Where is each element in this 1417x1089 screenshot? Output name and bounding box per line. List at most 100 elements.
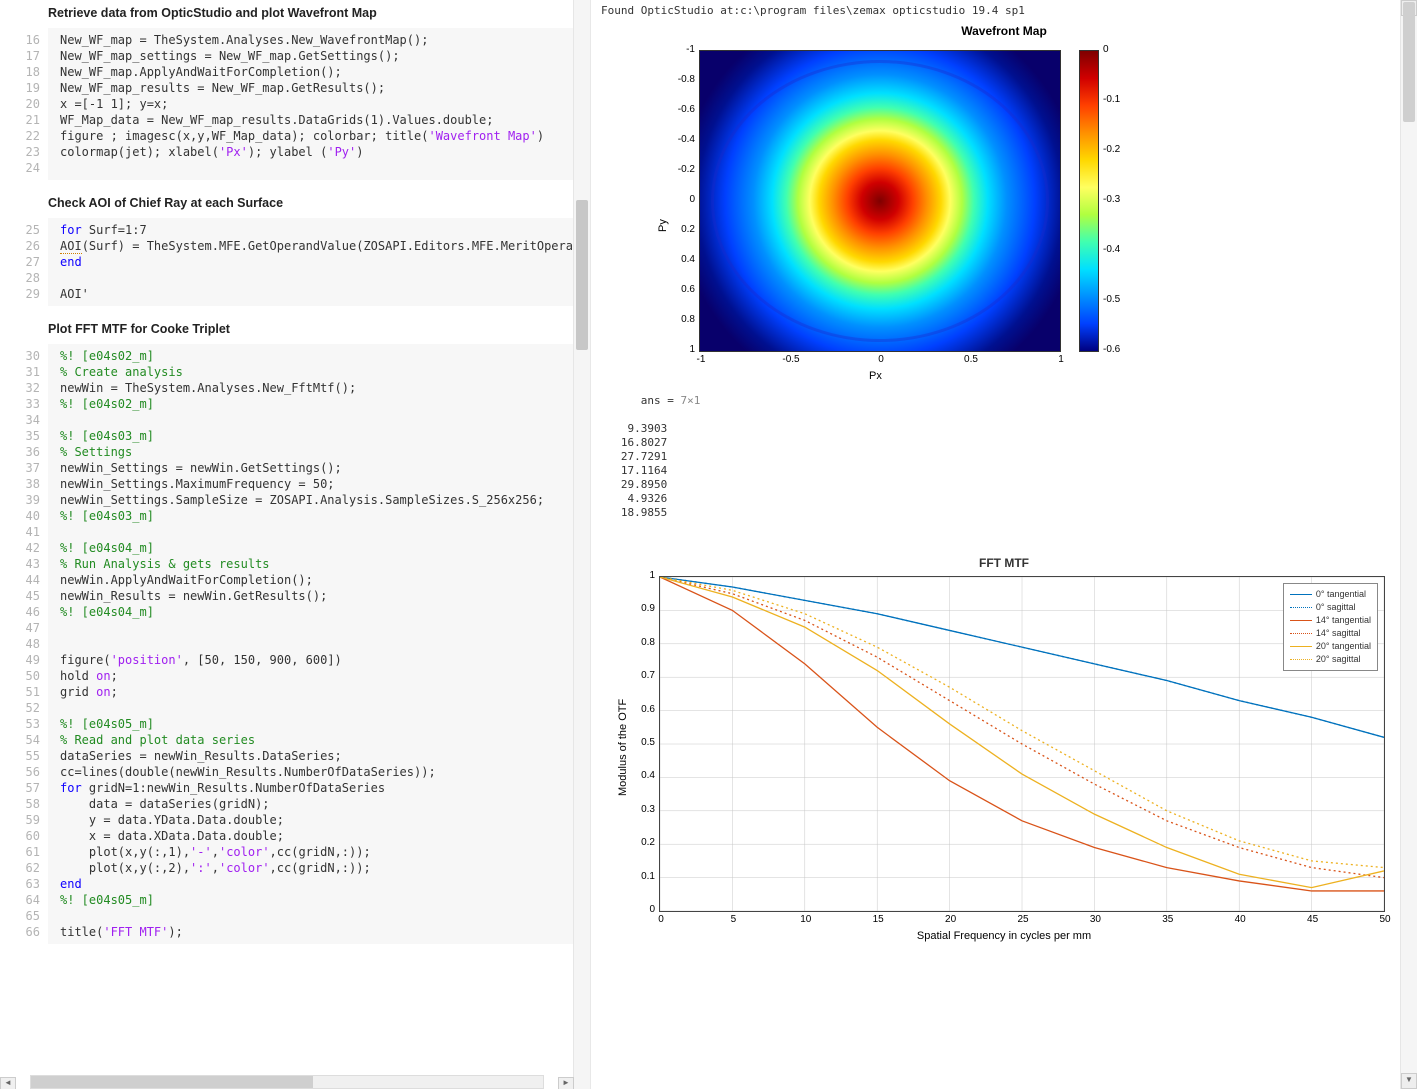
code-line[interactable]: 44newWin.ApplyAndWaitForCompletion(); <box>48 572 582 588</box>
code-line[interactable]: 34 <box>48 412 582 428</box>
x-tick: -1 <box>689 354 713 365</box>
code-line[interactable]: 37newWin_Settings = newWin.GetSettings()… <box>48 460 582 476</box>
code-line[interactable]: 63end <box>48 876 582 892</box>
code-line[interactable]: 53%! [e04s05_m] <box>48 716 582 732</box>
code-line[interactable]: 60 x = data.XData.Data.double; <box>48 828 582 844</box>
code-line[interactable]: 26AOI(Surf) = TheSystem.MFE.GetOperandVa… <box>48 238 582 254</box>
y-tick: 0 <box>675 194 695 205</box>
x-tick: 10 <box>796 914 816 925</box>
wavefront-plot-area: -1-0.8-0.6-0.4-0.200.20.40.60.81 -1-0.50… <box>639 42 1369 372</box>
code-line[interactable]: 29AOI' <box>48 286 582 302</box>
wavefront-chart: Wavefront Map -1-0.8-0.6-0.4-0.200.20.40… <box>599 24 1409 372</box>
ans-value: 16.8027 <box>601 436 1417 450</box>
legend-swatch <box>1290 633 1312 634</box>
chart-title: FFT MTF <box>599 556 1409 570</box>
code-line[interactable]: 64%! [e04s05_m] <box>48 892 582 908</box>
code-line[interactable]: 20x =[-1 1]; y=x; <box>48 96 582 112</box>
hscroll-left-button[interactable]: ◄ <box>0 1077 16 1089</box>
code-line[interactable]: 31% Create analysis <box>48 364 582 380</box>
code-line[interactable]: 40%! [e04s03_m] <box>48 508 582 524</box>
ans-value: 29.8950 <box>601 478 1417 492</box>
code-line[interactable]: 50hold on; <box>48 668 582 684</box>
code-line[interactable]: 22figure ; imagesc(x,y,WF_Map_data); col… <box>48 128 582 144</box>
code-line[interactable]: 27end <box>48 254 582 270</box>
editor-horizontal-scrollbar[interactable] <box>30 1075 544 1089</box>
x-axis-label: Px <box>869 370 882 382</box>
x-tick: 15 <box>868 914 888 925</box>
ans-value: 18.9855 <box>601 506 1417 520</box>
code-line[interactable]: 36% Settings <box>48 444 582 460</box>
section-header: Retrieve data from OpticStudio and plot … <box>44 0 590 26</box>
code-line[interactable]: 52 <box>48 700 582 716</box>
code-line[interactable]: 21WF_Map_data = New_WF_map_results.DataG… <box>48 112 582 128</box>
code-line[interactable]: 23colormap(jet); xlabel('Px'); ylabel ('… <box>48 144 582 160</box>
code-line[interactable]: 24 <box>48 160 582 176</box>
colorbar-tick: -0.3 <box>1103 194 1120 205</box>
scroll-down-button[interactable]: ▼ <box>1401 1073 1417 1089</box>
scrollbar-thumb[interactable] <box>31 1076 313 1088</box>
code-line[interactable]: 19New_WF_map_results = New_WF_map.GetRes… <box>48 80 582 96</box>
colorbar-tick: -0.2 <box>1103 144 1120 155</box>
code-line[interactable]: 17New_WF_map_settings = New_WF_map.GetSe… <box>48 48 582 64</box>
code-line[interactable]: 66title('FFT MTF'); <box>48 924 582 940</box>
console-output: Found OpticStudio at:c:\program files\ze… <box>591 0 1417 20</box>
chart-legend: 0° tangential0° sagittal14° tangential14… <box>1283 583 1378 671</box>
editor-vertical-scrollbar[interactable] <box>573 0 590 1089</box>
code-line[interactable]: 43% Run Analysis & gets results <box>48 556 582 572</box>
code-editor[interactable]: Retrieve data from OpticStudio and plot … <box>0 0 590 1079</box>
y-tick: 0.3 <box>633 804 655 815</box>
x-tick: 20 <box>941 914 961 925</box>
code-line[interactable]: 58 data = dataSeries(gridN); <box>48 796 582 812</box>
code-line[interactable]: 55dataSeries = newWin_Results.DataSeries… <box>48 748 582 764</box>
y-tick: 0.7 <box>633 670 655 681</box>
code-line[interactable]: 48 <box>48 636 582 652</box>
x-tick: 45 <box>1303 914 1323 925</box>
code-line[interactable]: 39newWin_Settings.SampleSize = ZOSAPI.An… <box>48 492 582 508</box>
scrollbar-thumb[interactable] <box>1403 2 1415 122</box>
legend-entry: 20° tangential <box>1290 640 1371 653</box>
scrollbar-thumb[interactable] <box>576 200 588 350</box>
y-tick: 1 <box>633 570 655 581</box>
code-line[interactable]: 47 <box>48 620 582 636</box>
code-line[interactable]: 49figure('position', [50, 150, 900, 600]… <box>48 652 582 668</box>
code-line[interactable]: 57for gridN=1:newWin_Results.NumberOfDat… <box>48 780 582 796</box>
y-tick: -0.2 <box>675 164 695 175</box>
code-line[interactable]: 28 <box>48 270 582 286</box>
code-line[interactable]: 30%! [e04s02_m] <box>48 348 582 364</box>
code-line[interactable]: 51grid on; <box>48 684 582 700</box>
editor-pane: Retrieve data from OpticStudio and plot … <box>0 0 591 1089</box>
code-line[interactable]: 38newWin_Settings.MaximumFrequency = 50; <box>48 476 582 492</box>
code-line[interactable]: 32newWin = TheSystem.Analyses.New_FftMtf… <box>48 380 582 396</box>
code-line[interactable]: 42%! [e04s04_m] <box>48 540 582 556</box>
legend-label: 0° sagittal <box>1316 601 1356 614</box>
code-line[interactable]: 45newWin_Results = newWin.GetResults(); <box>48 588 582 604</box>
code-line[interactable]: 25for Surf=1:7 <box>48 222 582 238</box>
code-line[interactable]: 46%! [e04s04_m] <box>48 604 582 620</box>
code-line[interactable]: 56cc=lines(double(newWin_Results.NumberO… <box>48 764 582 780</box>
x-tick: 0 <box>869 354 893 365</box>
code-line[interactable]: 54% Read and plot data series <box>48 732 582 748</box>
code-line[interactable]: 33%! [e04s02_m] <box>48 396 582 412</box>
hscroll-right-button[interactable]: ► <box>558 1077 574 1089</box>
code-line[interactable]: 59 y = data.YData.Data.double; <box>48 812 582 828</box>
y-tick: 0.4 <box>633 770 655 781</box>
code-line[interactable]: 35%! [e04s03_m] <box>48 428 582 444</box>
legend-swatch <box>1290 646 1312 647</box>
legend-entry: 14° sagittal <box>1290 627 1371 640</box>
y-tick: 0.8 <box>675 314 695 325</box>
x-tick: 5 <box>723 914 743 925</box>
code-line[interactable]: 61 plot(x,y(:,1),'-','color',cc(gridN,:)… <box>48 844 582 860</box>
code-line[interactable]: 16New_WF_map = TheSystem.Analyses.New_Wa… <box>48 32 582 48</box>
ans-value: 9.3903 <box>601 422 1417 436</box>
code-line[interactable]: 62 plot(x,y(:,2),':','color',cc(gridN,:)… <box>48 860 582 876</box>
legend-swatch <box>1290 659 1312 660</box>
legend-label: 20° sagittal <box>1316 653 1361 666</box>
code-line[interactable]: 18New_WF_map.ApplyAndWaitForCompletion()… <box>48 64 582 80</box>
code-line[interactable]: 41 <box>48 524 582 540</box>
legend-entry: 14° tangential <box>1290 614 1371 627</box>
output-vertical-scrollbar[interactable]: ▲ ▼ <box>1400 0 1417 1089</box>
colorbar-tick: -0.5 <box>1103 294 1120 305</box>
ans-value: 4.9326 <box>601 492 1417 506</box>
code-line[interactable]: 65 <box>48 908 582 924</box>
colorbar-tick: -0.1 <box>1103 94 1120 105</box>
